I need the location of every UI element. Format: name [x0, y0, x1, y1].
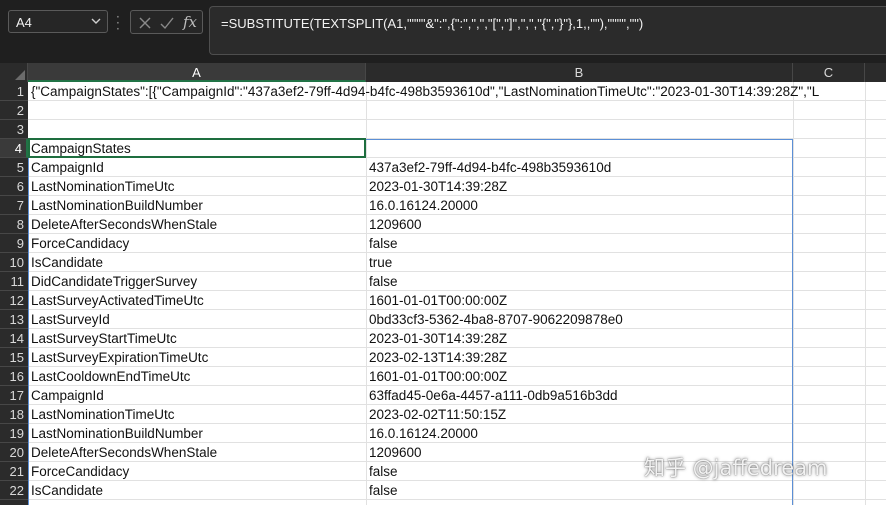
row-header-7[interactable]: 7: [0, 196, 28, 215]
select-all-icon: [15, 70, 25, 80]
cell-b2[interactable]: [366, 101, 793, 120]
formula-text: =SUBSTITUTE(TEXTSPLIT(A1,""""&":",{":","…: [221, 16, 644, 31]
row-headers: 1 2 3 4 5 6 7 8 9 10 11 12 13 14 15 16 17 18 19 20 21 22: [0, 82, 28, 505]
spill-range-border: [28, 139, 793, 505]
formula-bar-area: A4 · · · fx =SUBSTITUTE(TEXTSPLIT(A1,""""&…: [0, 0, 886, 63]
row-header-11[interactable]: 11: [0, 272, 28, 291]
row-header-10[interactable]: 10: [0, 253, 28, 272]
column-header-a[interactable]: A: [28, 63, 366, 82]
row-header-20[interactable]: 20: [0, 443, 28, 462]
cell-a2[interactable]: [28, 101, 366, 120]
row-header-12[interactable]: 12: [0, 291, 28, 310]
cancel-icon[interactable]: [137, 15, 153, 31]
active-cell-indicator: [28, 138, 366, 158]
row-header-18[interactable]: 18: [0, 405, 28, 424]
insert-function-icon[interactable]: fx: [183, 13, 197, 31]
row-header-13[interactable]: 13: [0, 310, 28, 329]
row-header-17[interactable]: 17: [0, 386, 28, 405]
cell-b1[interactable]: [366, 82, 793, 101]
row-header-22[interactable]: 22: [0, 481, 28, 500]
watermark: 知乎 @jaffedream: [644, 456, 828, 480]
row-header-15[interactable]: 15: [0, 348, 28, 367]
more-options-icon[interactable]: · · ·: [116, 11, 120, 35]
column-header-b[interactable]: B: [366, 63, 793, 82]
row-header-6[interactable]: 6: [0, 177, 28, 196]
column-gridline: [865, 82, 866, 505]
formula-tools: fx: [130, 10, 203, 34]
column-header-d[interactable]: [865, 63, 886, 82]
row-header-3[interactable]: 3: [0, 120, 28, 139]
formula-input[interactable]: =SUBSTITUTE(TEXTSPLIT(A1,""""&":",{":","…: [209, 6, 886, 55]
name-box[interactable]: A4: [8, 10, 108, 33]
chevron-down-icon[interactable]: [91, 16, 101, 26]
row-header-14[interactable]: 14: [0, 329, 28, 348]
row-header-5[interactable]: 5: [0, 158, 28, 177]
select-all-button[interactable]: [0, 63, 28, 82]
row-header-9[interactable]: 9: [0, 234, 28, 253]
name-box-value: A4: [16, 15, 32, 30]
worksheet-grid[interactable]: {"CampaignStates":[{"CampaignId":"437a3e…: [28, 82, 886, 505]
cell-b3[interactable]: [366, 120, 793, 139]
enter-check-icon[interactable]: [159, 15, 175, 31]
column-headers: A B C: [0, 63, 886, 82]
column-header-c[interactable]: C: [793, 63, 865, 82]
row-header-8[interactable]: 8: [0, 215, 28, 234]
row-header-1[interactable]: 1: [0, 82, 28, 101]
row-header-19[interactable]: 19: [0, 424, 28, 443]
row-header-21[interactable]: 21: [0, 462, 28, 481]
row-header-16[interactable]: 16: [0, 367, 28, 386]
cell-a3[interactable]: [28, 120, 366, 139]
row-header-2[interactable]: 2: [0, 101, 28, 120]
row-header-4[interactable]: 4: [0, 139, 28, 158]
column-gridline: [793, 82, 794, 505]
